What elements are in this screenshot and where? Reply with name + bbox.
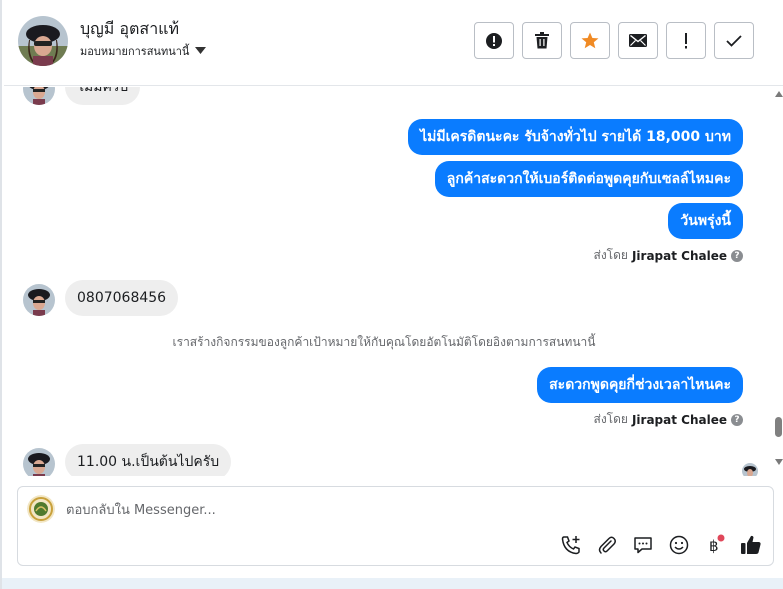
message-composer: ฿ xyxy=(17,486,774,566)
mark-done-button[interactable] xyxy=(714,22,754,59)
payment-icon[interactable]: ฿ xyxy=(703,533,727,557)
exclamation-icon xyxy=(685,32,687,48)
contact-avatar-small xyxy=(23,448,55,476)
outgoing-message: วันพรุ่งนี้ xyxy=(668,203,743,239)
trash-icon xyxy=(535,32,549,49)
page-avatar xyxy=(27,495,55,523)
outgoing-message: สะดวกพูดคุยกี่ช่วงเวลาไหนคะ xyxy=(537,367,743,403)
sender-name: Jirapat Chalee xyxy=(631,412,727,427)
contact-avatar[interactable] xyxy=(18,16,68,66)
contact-name[interactable]: บุญมี อุตสาแท้ xyxy=(80,17,179,42)
inbox-conversation-panel: บุญมี อุตสาแท้ มอบหมายการสนทนานี้ ไม่มีค… xyxy=(0,0,783,589)
incoming-message: ไม่มีครับ xyxy=(65,87,141,105)
sent-by-prefix: ส่งโดย xyxy=(593,248,628,262)
mark-spam-button[interactable] xyxy=(474,22,514,59)
sent-by-line: ส่งโดย Jirapat Chalee ? xyxy=(593,410,743,429)
bottom-strip xyxy=(2,578,783,589)
read-receipt-avatar xyxy=(742,463,758,476)
saved-reply-icon[interactable] xyxy=(631,533,655,557)
outgoing-message: ลูกค้าสะดวกให้เบอร์ติดต่อพูดคุยกับเซลล์ไ… xyxy=(434,161,743,197)
paperclip-icon[interactable] xyxy=(595,533,619,557)
scroll-up-arrow-icon[interactable] xyxy=(775,91,783,97)
conversation-header: บุญมี อุตสาแท้ มอบหมายการสนทนานี้ xyxy=(4,0,783,86)
sent-by-line: ส่งโดย Jirapat Chalee ? xyxy=(593,246,743,265)
star-icon xyxy=(581,32,599,49)
contact-avatar-small xyxy=(23,284,55,316)
envelope-icon xyxy=(629,34,647,47)
outgoing-message: ไม่มีเครดิตนะคะ รับจ้างทั่วไป รายได้ 18,… xyxy=(408,119,743,155)
caret-down-icon xyxy=(195,47,207,54)
svg-text:฿: ฿ xyxy=(709,537,719,555)
assign-label: มอบหมายการสนทนานี้ xyxy=(80,45,190,58)
system-notice: เราสร้างกิจกรรมของลูกค้าเป้าหมายให้กับคุ… xyxy=(172,335,596,349)
star-button[interactable] xyxy=(570,22,610,59)
sent-by-prefix: ส่งโดย xyxy=(593,412,628,426)
mark-unread-button[interactable] xyxy=(618,22,658,59)
sender-name: Jirapat Chalee xyxy=(631,248,727,263)
scroll-thumb[interactable] xyxy=(775,417,782,437)
exclamation-circle-icon xyxy=(486,32,502,49)
reply-input[interactable] xyxy=(66,499,566,521)
info-icon[interactable]: ? xyxy=(731,249,743,262)
message-thread[interactable]: ไม่มีครับ ไม่มีเครดิตนะคะ รับจ้างทั่วไป … xyxy=(4,87,773,476)
follow-up-button[interactable] xyxy=(666,22,706,59)
thumbs-up-icon[interactable] xyxy=(739,533,763,557)
call-add-icon[interactable] xyxy=(559,533,583,557)
chat-scrollbar[interactable] xyxy=(773,87,783,476)
check-icon xyxy=(726,34,742,47)
info-icon[interactable]: ? xyxy=(731,413,743,426)
assign-conversation-dropdown[interactable]: มอบหมายการสนทนานี้ xyxy=(80,42,207,60)
delete-button[interactable] xyxy=(522,22,562,59)
incoming-message: 0807068456 xyxy=(65,280,179,316)
contact-avatar-small xyxy=(23,87,55,105)
scroll-down-arrow-icon[interactable] xyxy=(775,459,783,465)
emoji-icon[interactable] xyxy=(667,533,691,557)
incoming-message: 11.00 น.เป็นต้นไปครับ xyxy=(65,444,232,476)
